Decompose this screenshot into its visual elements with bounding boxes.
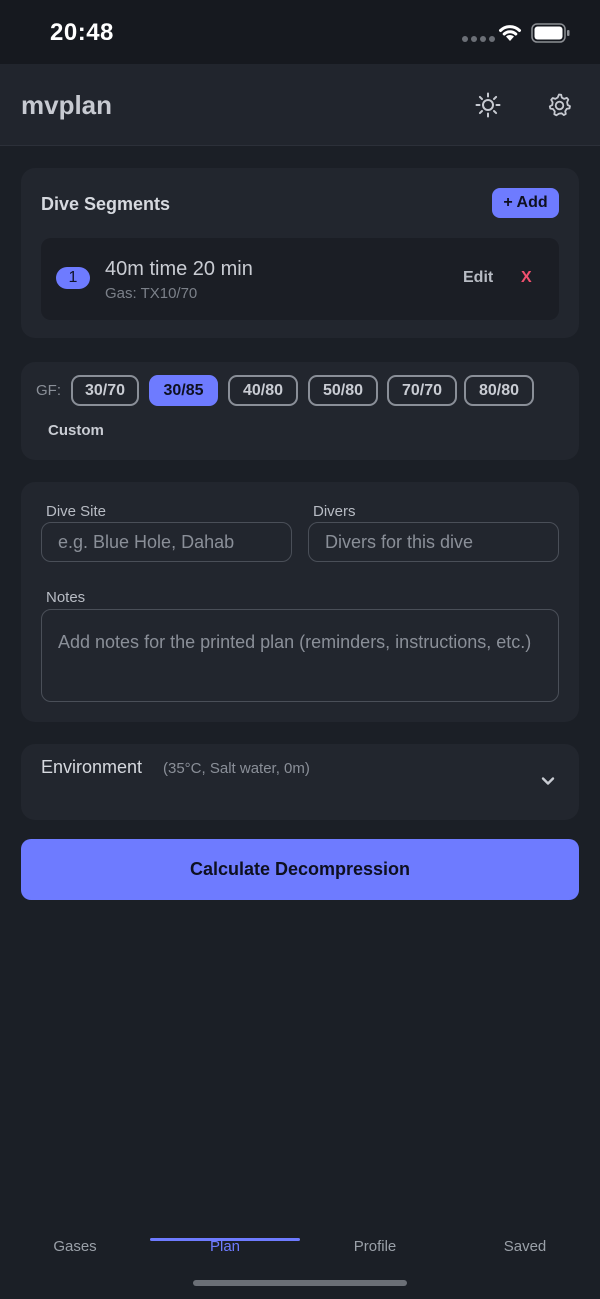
segment-number-badge: 1 <box>56 267 90 289</box>
dive-site-input[interactable] <box>41 522 292 562</box>
divers-input[interactable] <box>308 522 559 562</box>
segment-row[interactable]: 1 40m time 20 min Gas: TX10/70 Edit X <box>41 238 559 320</box>
calculate-decompression-button[interactable]: Calculate Decompression <box>21 839 579 900</box>
gf-option-50-80[interactable]: 50/80 <box>308 375 378 406</box>
edit-segment-button[interactable]: Edit <box>463 269 493 287</box>
app-title: mvplan <box>21 90 113 120</box>
gf-option-30-70[interactable]: 30/70 <box>71 375 139 406</box>
status-bar: 20:48 <box>0 0 600 64</box>
environment-title: Environment <box>41 757 143 777</box>
dive-segments-title: Dive Segments <box>41 194 171 214</box>
segment-gas: Gas: TX10/70 <box>105 285 198 302</box>
gf-option-30-85[interactable]: 30/85 <box>149 375 218 406</box>
app-header: mvplan <box>0 64 600 146</box>
settings-button[interactable] <box>545 91 573 119</box>
gf-option-40-80[interactable]: 40/80 <box>228 375 298 406</box>
gear-icon <box>548 93 571 117</box>
tab-profile[interactable]: Profile <box>300 1238 450 1258</box>
battery-icon <box>531 23 570 43</box>
tab-gases[interactable]: Gases <box>0 1238 150 1258</box>
gf-option-80-80[interactable]: 80/80 <box>464 375 534 406</box>
gf-option-70-70[interactable]: 70/70 <box>387 375 457 406</box>
notes-textarea[interactable] <box>41 609 559 702</box>
dive-details-card: Dive Site Divers Notes <box>21 482 579 722</box>
status-time: 20:48 <box>50 19 114 46</box>
environment-section[interactable]: Environment (35°C, Salt water, 0m) <box>21 744 579 820</box>
tab-saved[interactable]: Saved <box>450 1238 600 1258</box>
theme-toggle-button[interactable] <box>474 91 502 119</box>
tab-plan[interactable]: Plan <box>150 1238 300 1258</box>
gf-custom-button[interactable]: Custom <box>48 422 104 439</box>
wifi-icon <box>499 25 521 41</box>
sun-icon <box>475 92 501 118</box>
environment-summary: (35°C, Salt water, 0m) <box>163 760 310 777</box>
segment-title: 40m time 20 min <box>105 258 253 280</box>
signal-dots-icon <box>462 36 495 42</box>
add-segment-button[interactable]: + Add <box>492 188 559 218</box>
divers-label: Divers <box>313 503 356 520</box>
dive-site-label: Dive Site <box>46 503 107 520</box>
gradient-factor-card: GF: 30/70 30/85 40/80 50/80 70/70 80/80 … <box>21 362 579 460</box>
notes-label: Notes <box>46 589 86 606</box>
delete-segment-button[interactable]: X <box>521 269 532 287</box>
chevron-down-icon <box>541 777 555 785</box>
gf-label: GF: <box>36 382 61 399</box>
home-indicator <box>193 1280 407 1286</box>
dive-segments-card: Dive Segments + Add 1 40m time 20 min Ga… <box>21 168 579 338</box>
